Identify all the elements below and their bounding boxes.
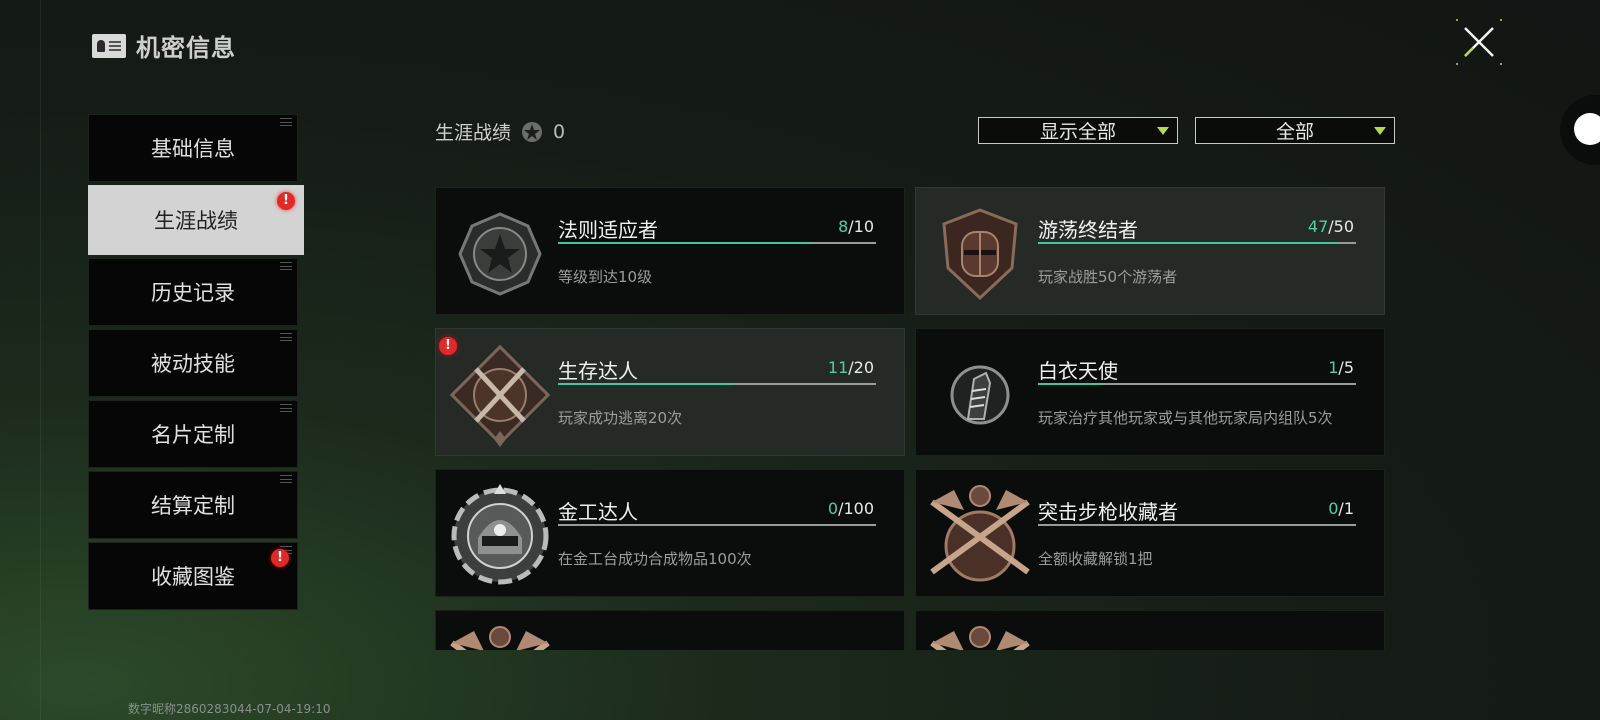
drag-handle-icon — [280, 118, 292, 126]
close-button[interactable] — [1455, 18, 1503, 66]
progress-current: 0 — [1328, 499, 1339, 518]
achievement-progress: 0/1 — [1328, 499, 1354, 518]
sidebar-item-3[interactable]: 被动技能 — [88, 329, 298, 397]
crossed-knives-emblem — [444, 339, 556, 451]
player-watermark: 数字昵称2860283044-07-04-19:10 — [128, 702, 331, 716]
helmet-gear-emblem — [444, 480, 556, 592]
achievement-name: 游荡终结者 — [1038, 218, 1138, 242]
achievement-card[interactable] — [435, 610, 905, 650]
bandage-arm-emblem — [924, 339, 1036, 451]
achievement-description: 玩家战胜50个游荡者 — [1038, 268, 1178, 286]
alert-badge: ! — [271, 549, 289, 567]
knight-helmet-emblem — [924, 198, 1036, 310]
section-header: 生涯战绩 0 — [435, 118, 565, 145]
achievement-grid[interactable]: 法则适应者 8/10 等级到达10级 游荡终结者 47/50 玩家战胜50个游荡者生存达人… — [435, 187, 1390, 650]
medal-star-icon — [522, 121, 543, 142]
chevron-down-icon — [1374, 127, 1386, 135]
progress-current: 0 — [827, 499, 839, 518]
close-icon — [1456, 19, 1502, 65]
progress-current: 1 — [1328, 358, 1339, 377]
drag-handle-icon — [280, 262, 292, 270]
sidebar-item-4[interactable]: 名片定制 — [88, 400, 298, 468]
sidebar-item-1[interactable]: 生涯战绩! — [88, 185, 304, 255]
sidebar-nav: 基础信息生涯战绩! 历史记录被动技能名片定制结算定制收藏图鉴! — [88, 114, 304, 613]
sidebar-item-6[interactable]: 收藏图鉴! — [88, 542, 298, 610]
achievement-progress: 11/20 — [828, 358, 874, 377]
achievement-description: 全额收藏解锁1把 — [1038, 550, 1153, 568]
progress-bar — [558, 383, 876, 385]
progress-total: 5 — [1343, 358, 1354, 377]
progress-total: 1 — [1343, 499, 1354, 518]
progress-bar-fill — [558, 242, 813, 244]
drag-handle-icon — [280, 333, 292, 341]
id-card-icon — [92, 33, 126, 58]
achievement-card[interactable] — [915, 610, 1385, 650]
sidebar-item-label: 结算定制 — [151, 494, 235, 518]
drag-handle-icon — [280, 404, 292, 412]
achievement-card[interactable]: 金工达人 0/100 在金工台成功合成物品100次 — [435, 469, 905, 597]
page-header: 机密信息 — [92, 28, 236, 63]
progress-total: 20 — [853, 358, 874, 377]
achievement-card[interactable]: 白衣天使 1/5 玩家治疗其他玩家或与其他玩家局内组队5次 — [915, 328, 1385, 456]
sidebar-item-2[interactable]: 历史记录 — [88, 258, 298, 326]
achievement-name: 生存达人 — [558, 359, 638, 383]
category-filter-value: 全部 — [1275, 121, 1314, 143]
achievement-progress: 8/10 — [838, 217, 874, 236]
section-title: 生涯战绩 — [435, 122, 512, 144]
sidebar-item-label: 收藏图鉴 — [151, 565, 235, 589]
achievement-progress: 47/50 — [1308, 217, 1354, 236]
alert-badge: ! — [277, 192, 295, 210]
achievement-name: 金工达人 — [558, 500, 638, 524]
show-filter-value: 显示全部 — [1039, 121, 1116, 143]
sidebar-item-label: 历史记录 — [151, 281, 235, 305]
category-filter-dropdown[interactable]: 全部 — [1195, 117, 1395, 144]
page-title: 机密信息 — [136, 34, 236, 62]
show-filter-dropdown[interactable]: 显示全部 — [978, 117, 1178, 144]
progress-bar — [558, 524, 876, 526]
achievement-card[interactable]: 生存达人 11/20 玩家成功逃离20次! — [435, 328, 905, 456]
achievement-name: 突击步枪收藏者 — [1038, 500, 1178, 524]
side-toggle-handle[interactable] — [1560, 95, 1600, 165]
crossed-rifles-emblem — [924, 480, 1036, 592]
achievement-progress: 0/100 — [828, 499, 874, 518]
medal-count: 0 — [553, 120, 566, 143]
chevron-down-icon — [1157, 127, 1169, 135]
progress-total: 50 — [1333, 217, 1354, 236]
progress-bar — [1038, 524, 1356, 526]
sidebar-item-0[interactable]: 基础信息 — [88, 114, 298, 182]
achievement-name: 白衣天使 — [1038, 359, 1118, 383]
achievement-card[interactable]: 突击步枪收藏者 0/1 全额收藏解锁1把 — [915, 469, 1385, 597]
drag-handle-icon — [280, 475, 292, 483]
progress-total: 100 — [843, 499, 874, 518]
progress-total: 10 — [853, 217, 874, 236]
crossed-rifles-emblem — [924, 621, 1036, 650]
crossed-rifles-emblem — [444, 621, 556, 650]
achievement-name: 法则适应者 — [558, 218, 658, 242]
achievement-description: 等级到达10级 — [558, 268, 653, 286]
achievement-progress: 1/5 — [1328, 358, 1354, 377]
sidebar-item-label: 生涯战绩 — [154, 209, 238, 233]
achievement-description: 玩家成功逃离20次 — [558, 409, 683, 427]
achievement-description: 在金工台成功合成物品100次 — [558, 550, 752, 568]
sidebar-item-5[interactable]: 结算定制 — [88, 471, 298, 539]
progress-bar-fill — [558, 383, 733, 385]
progress-bar — [1038, 242, 1356, 244]
progress-bar — [558, 242, 876, 244]
decorative-edge-line — [40, 0, 41, 720]
progress-current: 11 — [827, 358, 849, 377]
progress-bar-fill — [1038, 242, 1337, 244]
progress-current: 8 — [838, 217, 849, 236]
alert-badge: ! — [439, 337, 457, 355]
progress-current: 47 — [1307, 217, 1329, 236]
progress-bar — [1038, 383, 1356, 385]
achievement-description: 玩家治疗其他玩家或与其他玩家局内组队5次 — [1038, 409, 1333, 427]
star-octagon-emblem — [444, 198, 556, 310]
progress-bar-fill — [1038, 383, 1102, 385]
sidebar-item-label: 名片定制 — [151, 423, 235, 447]
sidebar-item-label: 被动技能 — [151, 352, 235, 376]
sidebar-item-label: 基础信息 — [151, 137, 235, 161]
achievement-card[interactable]: 法则适应者 8/10 等级到达10级 — [435, 187, 905, 315]
achievement-card[interactable]: 游荡终结者 47/50 玩家战胜50个游荡者 — [915, 187, 1385, 315]
